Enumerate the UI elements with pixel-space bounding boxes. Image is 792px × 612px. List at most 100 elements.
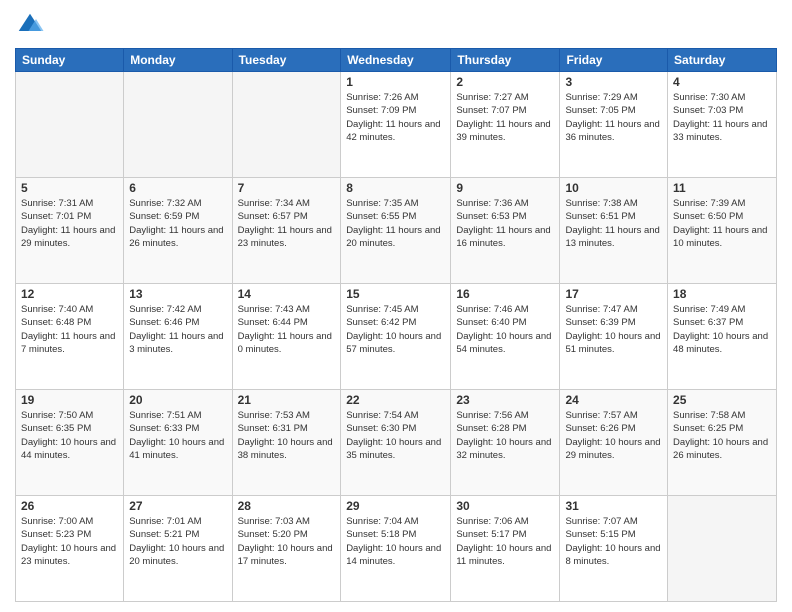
sunset-line: Sunset: 6:51 PM xyxy=(565,210,662,223)
calendar-cell: 14Sunrise: 7:43 AMSunset: 6:44 PMDayligh… xyxy=(232,284,341,390)
sunset-line: Sunset: 6:37 PM xyxy=(673,316,771,329)
daylight-line: Daylight: 11 hours and 36 minutes. xyxy=(565,118,662,145)
day-info: Sunrise: 7:51 AMSunset: 6:33 PMDaylight:… xyxy=(129,409,226,462)
sunrise-line: Sunrise: 7:38 AM xyxy=(565,197,662,210)
sunrise-line: Sunrise: 7:57 AM xyxy=(565,409,662,422)
day-number: 1 xyxy=(346,75,445,89)
weekday-header-friday: Friday xyxy=(560,49,668,72)
weekday-header-tuesday: Tuesday xyxy=(232,49,341,72)
sunset-line: Sunset: 7:01 PM xyxy=(21,210,118,223)
sunset-line: Sunset: 6:35 PM xyxy=(21,422,118,435)
day-info: Sunrise: 7:29 AMSunset: 7:05 PMDaylight:… xyxy=(565,91,662,144)
day-number: 30 xyxy=(456,499,554,513)
sunrise-line: Sunrise: 7:56 AM xyxy=(456,409,554,422)
calendar-cell: 12 Sunrise: 7:40 AMSunset: 6:48 PMDayligh… xyxy=(16,284,124,390)
day-number: 12 xyxy=(21,287,118,301)
day-number: 7 xyxy=(238,181,336,195)
day-number: 15 xyxy=(346,287,445,301)
weekday-header-thursday: Thursday xyxy=(451,49,560,72)
day-info: Sunrise: 7:40 AMSunset: 6:48 PMDaylight:… xyxy=(21,303,118,356)
calendar-cell xyxy=(232,72,341,178)
sunrise-line: Sunrise: 7:26 AM xyxy=(346,91,445,104)
week-row-3: 12 Sunrise: 7:40 AMSunset: 6:48 PMDayligh… xyxy=(16,284,777,390)
sunset-line: Sunset: 7:09 PM xyxy=(346,104,445,117)
calendar-cell: 30Sunrise: 7:06 AMSunset: 5:17 PMDayligh… xyxy=(451,496,560,602)
calendar-cell: 21 Sunrise: 7:53 AMSunset: 6:31 PMDayligh… xyxy=(232,390,341,496)
daylight-line: Daylight: 11 hours and 10 minutes. xyxy=(673,224,771,251)
day-number: 10 xyxy=(565,181,662,195)
sunset-line: Sunset: 6:30 PM xyxy=(346,422,445,435)
week-row-2: 5Sunrise: 7:31 AMSunset: 7:01 PMDaylight… xyxy=(16,178,777,284)
daylight-line: Daylight: 10 hours and 51 minutes. xyxy=(565,330,662,357)
day-info: Sunrise: 7:42 AMSunset: 6:46 PMDaylight:… xyxy=(129,303,226,356)
sunset-line: Sunset: 5:21 PM xyxy=(129,528,226,541)
daylight-line: Daylight: 10 hours and 48 minutes. xyxy=(673,330,771,357)
day-number: 29 xyxy=(346,499,445,513)
daylight-line: Daylight: 10 hours and 29 minutes. xyxy=(565,436,662,463)
sunset-line: Sunset: 6:25 PM xyxy=(673,422,771,435)
daylight-line: Daylight: 10 hours and 32 minutes. xyxy=(456,436,554,463)
day-info: Sunrise: 7:50 AMSunset: 6:35 PMDaylight:… xyxy=(21,409,118,462)
day-number: 26 xyxy=(21,499,118,513)
day-info: Sunrise: 7:54 AMSunset: 6:30 PMDaylight:… xyxy=(346,409,445,462)
sunrise-line: Sunrise: 7:53 AM xyxy=(238,409,336,422)
day-number: 21 xyxy=(238,393,336,407)
sunrise-line: Sunrise: 7:45 AM xyxy=(346,303,445,316)
day-info: Sunrise: 7:27 AMSunset: 7:07 PMDaylight:… xyxy=(456,91,554,144)
calendar-cell: 8Sunrise: 7:35 AMSunset: 6:55 PMDaylight… xyxy=(341,178,451,284)
calendar-cell: 16Sunrise: 7:46 AMSunset: 6:40 PMDayligh… xyxy=(451,284,560,390)
sunrise-line: Sunrise: 7:06 AM xyxy=(456,515,554,528)
sunset-line: Sunset: 6:33 PM xyxy=(129,422,226,435)
sunset-line: Sunset: 6:59 PM xyxy=(129,210,226,223)
sunrise-line: Sunrise: 7:47 AM xyxy=(565,303,662,316)
calendar-cell: 18Sunrise: 7:49 AMSunset: 6:37 PMDayligh… xyxy=(668,284,777,390)
day-info: Sunrise: 7:07 AMSunset: 5:15 PMDaylight:… xyxy=(565,515,662,568)
day-number: 22 xyxy=(346,393,445,407)
day-number: 31 xyxy=(565,499,662,513)
day-number: 17 xyxy=(565,287,662,301)
day-number: 3 xyxy=(565,75,662,89)
sunrise-line: Sunrise: 7:42 AM xyxy=(129,303,226,316)
logo-icon xyxy=(15,10,45,40)
calendar-cell: 29Sunrise: 7:04 AMSunset: 5:18 PMDayligh… xyxy=(341,496,451,602)
sunset-line: Sunset: 6:40 PM xyxy=(456,316,554,329)
sunset-line: Sunset: 6:46 PM xyxy=(129,316,226,329)
sunrise-line: Sunrise: 7:03 AM xyxy=(238,515,336,528)
calendar-cell: 5Sunrise: 7:31 AMSunset: 7:01 PMDaylight… xyxy=(16,178,124,284)
logo xyxy=(15,10,49,40)
sunset-line: Sunset: 5:17 PM xyxy=(456,528,554,541)
sunrise-line: Sunrise: 7:04 AM xyxy=(346,515,445,528)
sunset-line: Sunset: 6:48 PM xyxy=(21,316,118,329)
week-row-1: 1Sunrise: 7:26 AMSunset: 7:09 PMDaylight… xyxy=(16,72,777,178)
day-info: Sunrise: 7:46 AMSunset: 6:40 PMDaylight:… xyxy=(456,303,554,356)
day-info: Sunrise: 7:30 AMSunset: 7:03 PMDaylight:… xyxy=(673,91,771,144)
daylight-line: Daylight: 11 hours and 7 minutes. xyxy=(21,330,118,357)
day-number: 2 xyxy=(456,75,554,89)
sunrise-line: Sunrise: 7:58 AM xyxy=(673,409,771,422)
sunrise-line: Sunrise: 7:01 AM xyxy=(129,515,226,528)
sunset-line: Sunset: 6:50 PM xyxy=(673,210,771,223)
calendar-cell: 26Sunrise: 7:00 AMSunset: 5:23 PMDayligh… xyxy=(16,496,124,602)
day-info: Sunrise: 7:36 AMSunset: 6:53 PMDaylight:… xyxy=(456,197,554,250)
sunrise-line: Sunrise: 7:46 AM xyxy=(456,303,554,316)
day-info: Sunrise: 7:01 AMSunset: 5:21 PMDaylight:… xyxy=(129,515,226,568)
day-info: Sunrise: 7:53 AMSunset: 6:31 PMDaylight:… xyxy=(238,409,336,462)
calendar-cell: 7Sunrise: 7:34 AMSunset: 6:57 PMDaylight… xyxy=(232,178,341,284)
weekday-header-saturday: Saturday xyxy=(668,49,777,72)
calendar-cell: 13 Sunrise: 7:42 AMSunset: 6:46 PMDayligh… xyxy=(124,284,232,390)
sunrise-line: Sunrise: 7:50 AM xyxy=(21,409,118,422)
day-info: Sunrise: 7:26 AMSunset: 7:09 PMDaylight:… xyxy=(346,91,445,144)
sunrise-line: Sunrise: 7:30 AM xyxy=(673,91,771,104)
day-info: Sunrise: 7:35 AMSunset: 6:55 PMDaylight:… xyxy=(346,197,445,250)
day-number: 11 xyxy=(673,181,771,195)
sunrise-line: Sunrise: 7:27 AM xyxy=(456,91,554,104)
daylight-line: Daylight: 11 hours and 13 minutes. xyxy=(565,224,662,251)
day-number: 13 xyxy=(129,287,226,301)
day-number: 27 xyxy=(129,499,226,513)
calendar-cell: 2 Sunrise: 7:27 AMSunset: 7:07 PMDaylight… xyxy=(451,72,560,178)
daylight-line: Daylight: 11 hours and 0 minutes. xyxy=(238,330,336,357)
sunset-line: Sunset: 6:57 PM xyxy=(238,210,336,223)
sunset-line: Sunset: 6:39 PM xyxy=(565,316,662,329)
day-number: 25 xyxy=(673,393,771,407)
calendar-cell: 3 Sunrise: 7:29 AMSunset: 7:05 PMDaylight… xyxy=(560,72,668,178)
